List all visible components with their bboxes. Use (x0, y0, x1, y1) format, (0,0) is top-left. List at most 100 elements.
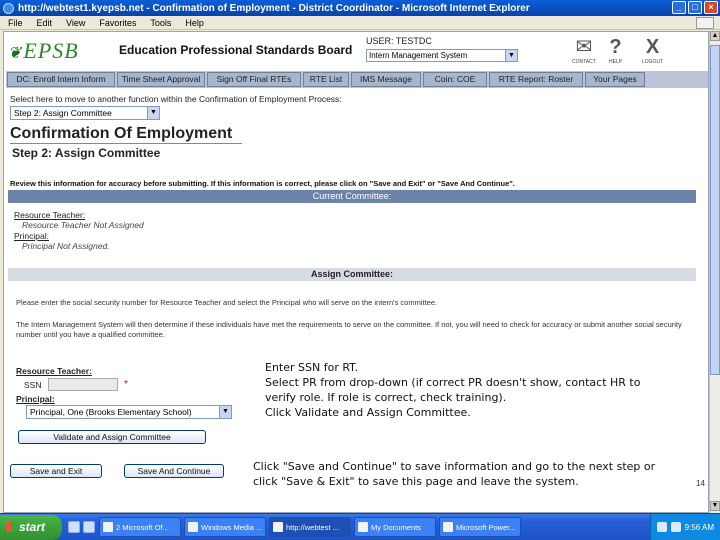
assign-committee-bar: Assign Committee: (8, 268, 696, 281)
required-marker: * (124, 379, 128, 390)
assign-instructions-2: The Intern Management System will then d… (16, 320, 682, 339)
callout-upper-line: Select PR from drop-down (if correct PR … (265, 376, 641, 389)
window-title: http://webtest1.kyepsb.net - Confirmatio… (18, 2, 530, 14)
tab-ims-message[interactable]: IMS Message (351, 72, 421, 87)
chevron-down-icon[interactable]: ▼ (147, 107, 159, 119)
windows-flag-icon (6, 522, 16, 532)
contact-label: CONTACT (572, 59, 596, 65)
tab-enroll-intern[interactable]: DC: Enroll Intern Inform (7, 72, 115, 87)
tab-your-pages[interactable]: Your Pages (585, 72, 645, 87)
ssn-label: SSN (24, 380, 42, 390)
task-label: 2 Microsoft Of... (116, 522, 169, 532)
step-select-value: Step 2: Assign Committee (14, 108, 112, 118)
help-icon: ? (609, 36, 622, 58)
windows-logo-icon (696, 17, 714, 29)
help-link[interactable]: ? HELP (609, 36, 622, 65)
app-icon (443, 522, 453, 532)
current-rt-value: Resource Teacher Not Assigned (22, 220, 144, 230)
current-committee-bar: Current Committee: (8, 190, 696, 203)
minimize-button[interactable]: _ (672, 1, 686, 14)
menu-favorites[interactable]: Favorites (99, 18, 136, 28)
tray-icon[interactable] (656, 522, 667, 532)
user-label: USER: TESTDC (366, 36, 432, 46)
window-title-bar: http://webtest1.kyepsb.net - Confirmatio… (0, 0, 720, 16)
vertical-scrollbar[interactable]: ▲ ▼ (709, 31, 720, 513)
task-button[interactable]: 2 Microsoft Of... (99, 517, 181, 537)
ssn-input[interactable] (48, 378, 118, 391)
current-rt-label: Resource Teacher: (14, 210, 86, 220)
clock[interactable]: 9:56 AM (685, 523, 714, 532)
quick-launch-icon[interactable] (83, 521, 95, 533)
callout-lower: Click "Save and Continue" to save inform… (253, 459, 655, 489)
save-exit-button[interactable]: Save and Exit (10, 464, 102, 478)
epsb-logo: ❦EPSB (8, 38, 79, 64)
system-select[interactable]: Intern Management System ▼ (366, 49, 518, 62)
system-select-value: Intern Management System (369, 51, 468, 60)
validate-assign-button[interactable]: Validate and Assign Committee (18, 430, 206, 444)
quick-launch-icon[interactable] (68, 521, 80, 533)
page-title: Confirmation Of Employment (10, 125, 233, 142)
tab-coin-coe[interactable]: Coin: COE (423, 72, 487, 87)
leaf-icon: ❦ (8, 45, 23, 62)
logout-icon: X (645, 36, 660, 58)
help-label: HELP (609, 59, 623, 65)
task-button[interactable]: Windows Media ... (184, 517, 266, 537)
menu-tools[interactable]: Tools (150, 18, 171, 28)
callout-lower-line: Click "Save and Continue" to save inform… (253, 460, 656, 473)
callout-upper-line: verify role. If role is correct, check t… (265, 391, 507, 404)
org-name: Education Professional Standards Board (119, 43, 353, 57)
callout-upper-line: Enter SSN for RT. (265, 361, 359, 374)
menu-view[interactable]: View (66, 18, 85, 28)
site-header: ❦EPSB Education Professional Standards B… (4, 32, 708, 68)
current-pr-label: Principal: (14, 231, 49, 241)
callout-lower-line: click "Save & Exit" to save this page an… (253, 475, 579, 488)
scroll-thumb[interactable] (710, 45, 720, 375)
tray-icon[interactable] (670, 522, 681, 532)
task-button[interactable]: Microsoft Power... (439, 517, 521, 537)
task-button-active[interactable]: http://webtest ... (269, 517, 351, 537)
callout-upper: Enter SSN for RT. Select PR from drop-do… (265, 360, 640, 420)
task-button[interactable]: My Documents (354, 517, 436, 537)
current-pr-value: Principal Not Assigned. (22, 241, 110, 251)
menu-file[interactable]: File (8, 18, 23, 28)
chevron-down-icon[interactable]: ▼ (219, 406, 231, 418)
principal-field-label: Principal: (16, 394, 55, 404)
nav-bar: DC: Enroll Intern Inform Time Sheet Appr… (6, 71, 708, 88)
tab-time-sheet[interactable]: Time Sheet Approval (117, 72, 205, 87)
start-button[interactable]: start (0, 514, 62, 540)
page-number: 14 (696, 479, 705, 488)
principal-select[interactable]: Principal, One (Brooks Elementary School… (26, 405, 232, 419)
app-icon (188, 522, 198, 532)
step-select[interactable]: Step 2: Assign Committee ▼ (10, 106, 160, 120)
contact-link[interactable]: ✉ CONTACT (572, 36, 596, 65)
internet-explorer-icon (3, 2, 14, 14)
callout-upper-line: Click Validate and Assign Committee. (265, 406, 471, 419)
menu-help[interactable]: Help (185, 18, 204, 28)
quick-launch (68, 521, 95, 533)
window-controls: _ □ × (672, 1, 718, 14)
logout-label: LOGOUT (642, 59, 664, 65)
menu-bar: File Edit View Favorites Tools Help (0, 16, 720, 30)
menu-edit[interactable]: Edit (37, 18, 53, 28)
principal-select-value: Principal, One (Brooks Elementary School… (30, 407, 192, 417)
tab-rte-report[interactable]: RTE Report: Roster (489, 72, 583, 87)
app-icon (103, 522, 113, 532)
contact-icon: ✉ (575, 36, 593, 58)
scroll-up-icon[interactable]: ▲ (710, 31, 720, 41)
save-continue-button[interactable]: Save And Continue (124, 464, 224, 478)
close-button[interactable]: × (704, 1, 718, 14)
logout-link[interactable]: X LOGOUT (642, 36, 663, 65)
scroll-down-icon[interactable]: ▼ (710, 501, 720, 511)
task-label: http://webtest ... (286, 522, 339, 532)
step-select-label: Select here to move to another function … (10, 94, 342, 104)
assign-instructions-1: Please enter the social security number … (16, 298, 438, 307)
chevron-down-icon[interactable]: ▼ (505, 50, 517, 61)
review-instructions: Review this information for accuracy bef… (10, 179, 515, 188)
maximize-button[interactable]: □ (688, 1, 702, 14)
taskbar: start 2 Microsoft Of... Windows Media ..… (0, 513, 720, 540)
tab-rte-list[interactable]: RTE List (303, 72, 349, 87)
browser-viewport: ❦EPSB Education Professional Standards B… (3, 31, 709, 513)
tab-sign-off[interactable]: Sign Off Final RTEs (207, 72, 301, 87)
start-label: start (19, 520, 46, 534)
app-icon (273, 522, 283, 532)
